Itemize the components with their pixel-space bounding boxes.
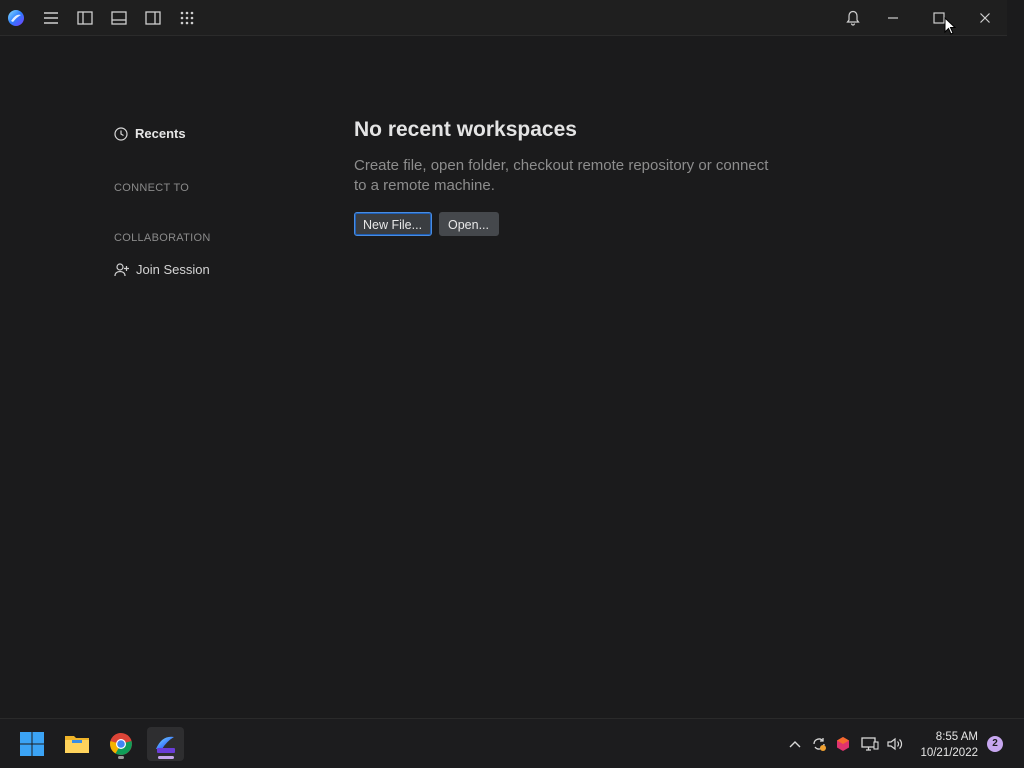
clock-time: 8:55 AM [935, 731, 978, 743]
active-indicator [157, 756, 174, 759]
file-explorer-icon[interactable] [60, 727, 94, 761]
section-collaboration: COLLABORATION [114, 232, 211, 244]
chrome-icon[interactable] [104, 727, 138, 761]
volume-icon[interactable] [886, 735, 904, 753]
bell-icon[interactable] [843, 8, 863, 28]
sidebar-item-label: Recents [135, 126, 186, 141]
sidebar-item-label: Join Session [136, 262, 210, 277]
page-description: Create file, open folder, checkout remot… [354, 157, 769, 194]
clock-date: 10/21/2022 [920, 747, 978, 759]
new-file-button[interactable]: New File... [354, 212, 432, 236]
welcome-screen: Recents CONNECT TO COLLABORATION Join Se… [0, 36, 1007, 718]
screen: Recents CONNECT TO COLLABORATION Join Se… [0, 0, 1024, 768]
sidebar-item-recents[interactable]: Recents [114, 126, 186, 141]
mouse-cursor-icon [944, 17, 956, 35]
windows-start-icon[interactable] [15, 727, 49, 761]
network-icon[interactable] [861, 735, 879, 753]
left-panel-icon[interactable] [75, 8, 95, 28]
bottom-panel-icon[interactable] [109, 8, 129, 28]
sync-icon[interactable] [810, 735, 828, 753]
minimize-icon[interactable] [883, 8, 903, 28]
window-edge [1007, 0, 1024, 718]
fleet-icon[interactable] [147, 727, 184, 761]
section-connect-to: CONNECT TO [114, 182, 190, 194]
page-title: No recent workspaces [354, 118, 577, 141]
add-user-icon [114, 262, 129, 276]
close-icon[interactable] [975, 8, 995, 28]
toolbox-icon[interactable] [834, 735, 852, 753]
open-button[interactable]: Open... [439, 212, 499, 236]
taskbar: 8:55 AM 10/21/2022 2 [0, 718, 1024, 768]
chevron-up-icon[interactable] [786, 735, 804, 753]
apps-grid-icon[interactable] [177, 8, 197, 28]
title-bar [0, 0, 1007, 36]
menu-icon[interactable] [41, 8, 61, 28]
sidebar-item-join-session[interactable]: Join Session [114, 262, 210, 277]
system-clock[interactable]: 8:55 AM 10/21/2022 [912, 729, 978, 761]
notification-badge[interactable]: 2 [987, 736, 1003, 752]
right-panel-icon[interactable] [143, 8, 163, 28]
app-logo-icon[interactable] [6, 8, 26, 28]
clock-icon [114, 126, 128, 141]
running-indicator [118, 756, 124, 759]
